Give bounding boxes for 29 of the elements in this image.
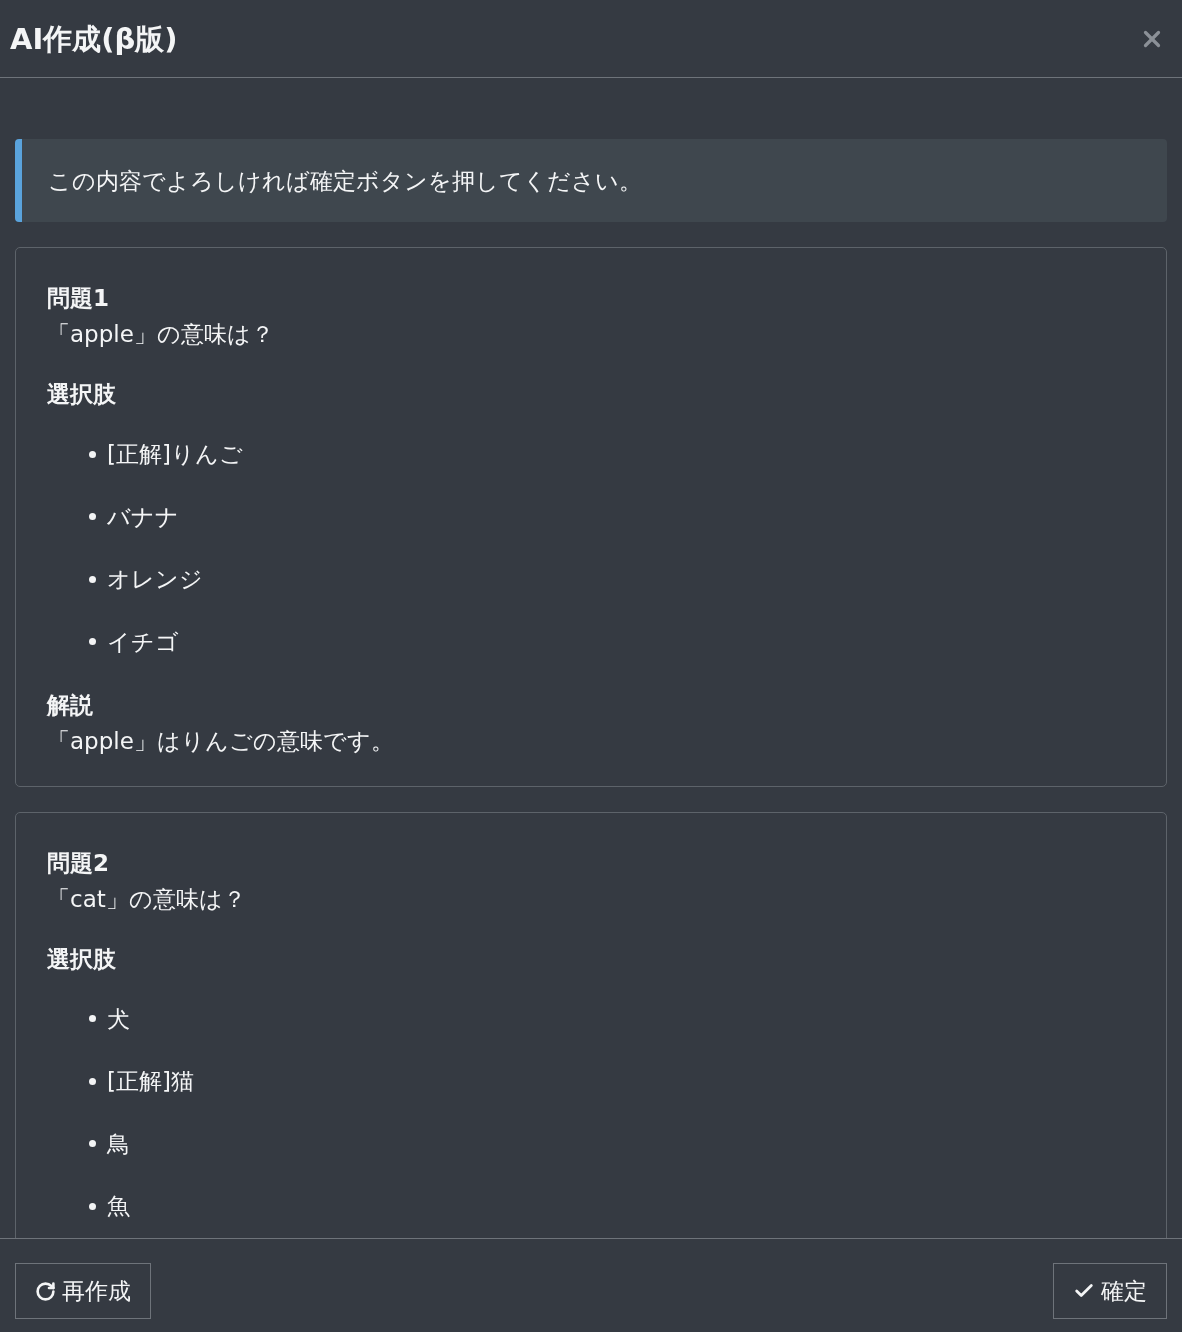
question-heading: 問題2 [47, 848, 110, 878]
choice-text: [正解]猫 [107, 1067, 194, 1096]
explanation-text: 「apple」はりんごの意味です。 [47, 726, 395, 756]
alert-message: この内容でよろしければ確定ボタンを押してください。 [48, 166, 642, 196]
choice-text: イチゴ [107, 627, 179, 657]
confirm-button[interactable]: 確定 [1053, 1263, 1167, 1319]
bullet-icon [89, 1077, 96, 1085]
dialog-title: AI作成(β版) [10, 20, 178, 57]
bullet-icon [89, 1140, 96, 1147]
choice-text: [正解]りんご [107, 440, 243, 469]
bullet-icon [89, 513, 96, 520]
regenerate-button[interactable]: 再作成 [15, 1263, 151, 1319]
refresh-icon [35, 1280, 56, 1302]
choices-label: 選択肢 [47, 380, 117, 409]
bullet-icon [89, 575, 96, 583]
bullet-icon [89, 1202, 96, 1210]
choice-text: 魚 [107, 1192, 130, 1221]
bullet-icon [89, 638, 96, 645]
choice-text: オレンジ [107, 565, 203, 594]
bullet-icon [89, 1015, 96, 1022]
bullet-icon [89, 450, 96, 458]
explanation-label: 解説 [47, 690, 94, 720]
question-heading: 問題1 [47, 284, 110, 313]
question-text: 「cat」の意味は？ [47, 884, 247, 914]
choices-label: 選択肢 [47, 944, 117, 974]
choice-text: 鳥 [107, 1129, 130, 1159]
question-text: 「apple」の意味は？ [47, 320, 275, 349]
choice-text: バナナ [107, 502, 179, 532]
choice-text: 犬 [107, 1004, 130, 1034]
